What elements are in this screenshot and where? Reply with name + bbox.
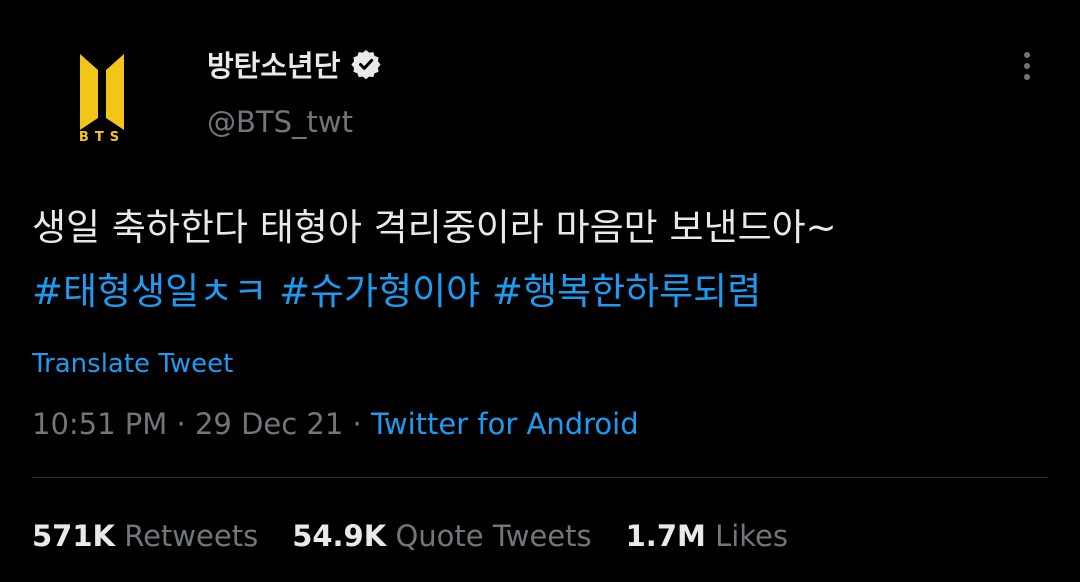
tweet-meta: 10:51 PM · 29 Dec 21 · Twitter for Andro…: [32, 407, 639, 441]
tweet-body: 생일 축하한다 태형아 격리중이라 마음만 보낸드아~: [32, 206, 837, 249]
logo-right-door: [106, 54, 124, 130]
bts-logo-avatar[interactable]: BTS: [60, 40, 144, 150]
hashtag-link[interactable]: #태형생일ㅊㅋ: [32, 270, 267, 313]
logo-left-door: [80, 54, 98, 130]
meta-separator: ·: [343, 407, 371, 441]
user-handle[interactable]: @BTS_twt: [207, 105, 353, 139]
tweet-time[interactable]: 10:51 PM: [32, 407, 167, 441]
retweets-label: Retweets: [124, 519, 259, 553]
likes-label: Likes: [715, 519, 789, 553]
likes-stat[interactable]: 1.7M Likes: [626, 519, 788, 553]
more-options-icon[interactable]: [1010, 44, 1044, 88]
display-name[interactable]: 방탄소년단: [207, 43, 340, 85]
tweet-source-link[interactable]: Twitter for Android: [371, 407, 639, 441]
verified-badge-icon: [351, 50, 382, 80]
tweet-date[interactable]: 29 Dec 21: [195, 407, 343, 441]
tweet-stats: 571K Retweets 54.9K Quote Tweets 1.7M Li…: [32, 519, 822, 553]
tweet-hashtags: #태형생일ㅊㅋ #슈가형이야 #행복한하루되렴: [32, 260, 1062, 324]
quote-tweets-stat[interactable]: 54.9K Quote Tweets: [292, 519, 591, 553]
quote-tweets-count: 54.9K: [292, 519, 387, 553]
likes-count: 1.7M: [625, 519, 706, 553]
hashtag-link[interactable]: #행복한하루되렴: [492, 270, 761, 313]
retweets-count: 571K: [32, 519, 116, 553]
meta-separator: ·: [167, 407, 195, 441]
logo-text: BTS: [79, 130, 125, 145]
translate-tweet-link[interactable]: Translate Tweet: [32, 349, 233, 379]
retweets-stat[interactable]: 571K Retweets: [32, 519, 258, 553]
divider: [32, 477, 1048, 478]
hashtag-link[interactable]: #슈가형이야: [279, 270, 480, 313]
tweet-text: 생일 축하한다 태형아 격리중이라 마음만 보낸드아~ #태형생일ㅊㅋ #슈가형…: [32, 196, 1062, 324]
quote-tweets-label: Quote Tweets: [395, 519, 592, 553]
display-name-row[interactable]: 방탄소년단: [207, 44, 382, 84]
